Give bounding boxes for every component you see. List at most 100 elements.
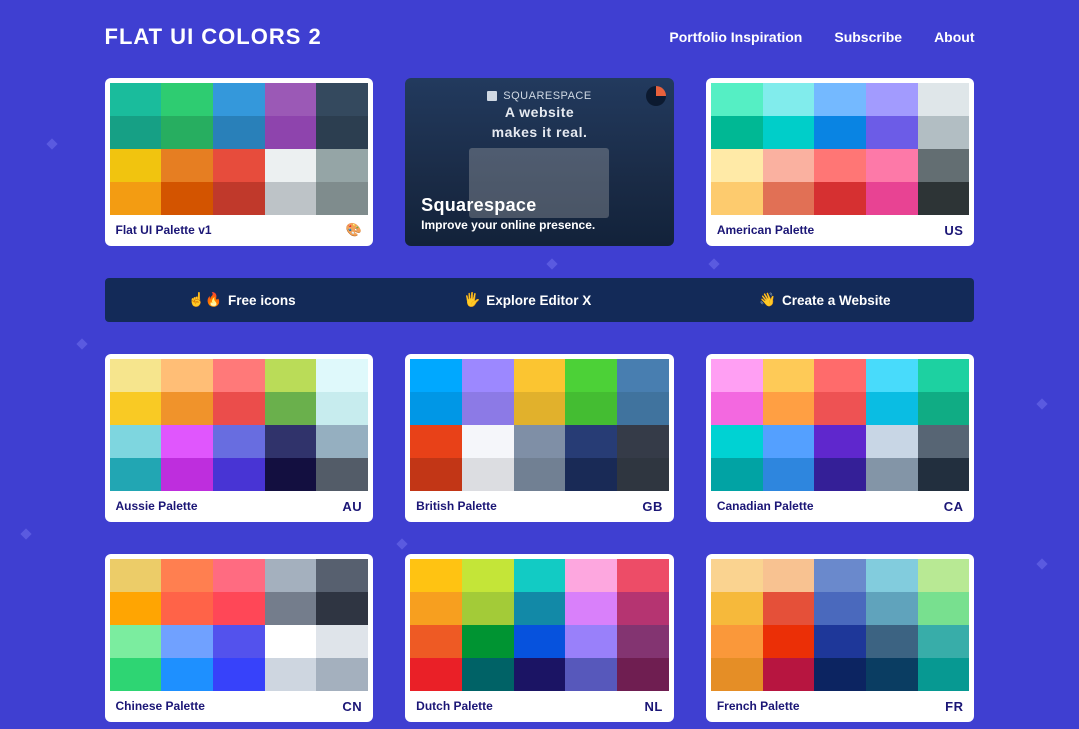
promo-link[interactable]: 👋 Create a Website xyxy=(759,292,890,308)
color-swatch xyxy=(866,359,918,392)
color-swatch xyxy=(213,182,265,215)
color-swatch xyxy=(410,559,462,592)
palette-swatches xyxy=(410,559,669,691)
promo-link[interactable]: ☝️🔥Free icons xyxy=(188,292,295,308)
color-swatch xyxy=(918,592,970,625)
color-swatch xyxy=(265,83,317,116)
nav-about[interactable]: About xyxy=(934,29,974,45)
color-swatch xyxy=(161,182,213,215)
color-swatch xyxy=(110,359,162,392)
color-swatch xyxy=(265,425,317,458)
color-swatch xyxy=(213,425,265,458)
color-swatch xyxy=(617,559,669,592)
color-swatch xyxy=(814,592,866,625)
palette-swatches xyxy=(711,83,970,215)
palette-card[interactable]: American Palette US xyxy=(706,78,975,246)
color-swatch xyxy=(316,116,368,149)
palette-code: CA xyxy=(944,499,964,514)
color-swatch xyxy=(213,625,265,658)
color-swatch xyxy=(711,359,763,392)
promo-label: Create a Website xyxy=(782,293,891,308)
color-swatch xyxy=(316,625,368,658)
color-swatch xyxy=(565,559,617,592)
sponsored-ad[interactable]: SQUARESPACEA websitemakes it real.Square… xyxy=(405,78,674,246)
palette-name: American Palette xyxy=(717,223,814,237)
color-swatch xyxy=(110,392,162,425)
palette-footer: American Palette US xyxy=(711,215,970,241)
color-swatch xyxy=(814,359,866,392)
nav: Portfolio Inspiration Subscribe About xyxy=(669,29,974,45)
color-swatch xyxy=(462,425,514,458)
ad-tagline-1: A website xyxy=(505,104,574,122)
palette-card[interactable]: Chinese PaletteCN xyxy=(105,554,374,722)
color-swatch xyxy=(763,559,815,592)
color-swatch xyxy=(265,658,317,691)
promo-emoji-icon: 👋 xyxy=(759,292,776,308)
palette-code: 🎨 xyxy=(345,222,362,238)
palette-swatches xyxy=(410,359,669,491)
palette-code: GB xyxy=(642,499,663,514)
color-swatch xyxy=(161,359,213,392)
promo-label: Explore Editor X xyxy=(486,293,591,308)
promo-link[interactable]: 🖐️Explore Editor X xyxy=(463,292,591,308)
color-swatch xyxy=(866,149,918,182)
color-swatch xyxy=(514,425,566,458)
color-swatch xyxy=(462,559,514,592)
palette-card[interactable]: French PaletteFR xyxy=(706,554,975,722)
color-swatch xyxy=(918,392,970,425)
color-swatch xyxy=(514,458,566,491)
color-swatch xyxy=(763,592,815,625)
nav-portfolio[interactable]: Portfolio Inspiration xyxy=(669,29,802,45)
color-swatch xyxy=(316,559,368,592)
palette-code: AU xyxy=(342,499,362,514)
color-swatch xyxy=(161,392,213,425)
color-swatch xyxy=(462,658,514,691)
color-swatch xyxy=(462,392,514,425)
color-swatch xyxy=(161,458,213,491)
palette-code: US xyxy=(944,223,963,238)
color-swatch xyxy=(161,559,213,592)
color-swatch xyxy=(763,425,815,458)
color-swatch xyxy=(161,592,213,625)
color-swatch xyxy=(161,625,213,658)
palette-footer: Aussie PaletteAU xyxy=(110,491,369,517)
color-swatch xyxy=(265,559,317,592)
color-swatch xyxy=(265,149,317,182)
color-swatch xyxy=(316,149,368,182)
color-swatch xyxy=(110,625,162,658)
color-swatch xyxy=(316,359,368,392)
color-swatch xyxy=(866,658,918,691)
nav-subscribe[interactable]: Subscribe xyxy=(834,29,902,45)
header: FLAT UI COLORS 2 Portfolio Inspiration S… xyxy=(105,24,975,50)
color-swatch xyxy=(711,182,763,215)
color-swatch xyxy=(265,625,317,658)
promo-bar: ☝️🔥Free icons 🖐️Explore Editor X 👋 Create a… xyxy=(105,278,975,322)
color-swatch xyxy=(110,116,162,149)
site-logo[interactable]: FLAT UI COLORS 2 xyxy=(105,24,322,50)
color-swatch xyxy=(514,559,566,592)
color-swatch xyxy=(763,359,815,392)
color-swatch xyxy=(866,458,918,491)
color-swatch xyxy=(814,182,866,215)
palette-name: Flat UI Palette v1 xyxy=(116,223,212,237)
color-swatch xyxy=(866,559,918,592)
palette-card[interactable]: Dutch PaletteNL xyxy=(405,554,674,722)
color-swatch xyxy=(514,392,566,425)
palette-card[interactable]: Aussie PaletteAU xyxy=(105,354,374,522)
ad-title: Squarespace xyxy=(421,195,658,216)
color-swatch xyxy=(814,83,866,116)
color-swatch xyxy=(161,116,213,149)
color-swatch xyxy=(213,592,265,625)
color-swatch xyxy=(763,625,815,658)
color-swatch xyxy=(161,149,213,182)
color-swatch xyxy=(110,149,162,182)
color-swatch xyxy=(316,182,368,215)
color-swatch xyxy=(711,392,763,425)
palette-swatches xyxy=(711,359,970,491)
palette-card[interactable]: Canadian PaletteCA xyxy=(706,354,975,522)
color-swatch xyxy=(711,116,763,149)
palette-card[interactable]: British PaletteGB xyxy=(405,354,674,522)
color-swatch xyxy=(265,182,317,215)
palette-card[interactable]: Flat UI Palette v1 🎨 xyxy=(105,78,374,246)
color-swatch xyxy=(866,625,918,658)
